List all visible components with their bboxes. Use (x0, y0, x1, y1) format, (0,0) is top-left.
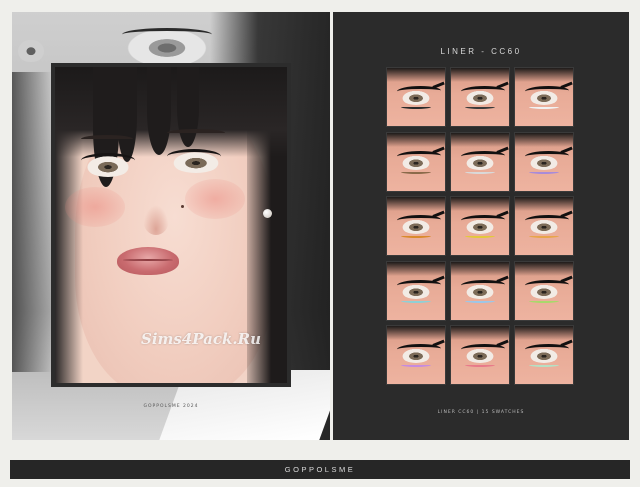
swatch-tile (514, 325, 574, 385)
swatch-tile (450, 325, 510, 385)
swatch-hair (387, 261, 445, 276)
portrait-brow-left (81, 135, 133, 143)
swatch-lower-liner (529, 363, 559, 367)
background-eye-left (16, 38, 46, 62)
product-title: LINER - CC60 (440, 47, 522, 56)
swatch-hair (515, 261, 573, 276)
preview-caption: GOPPOLSME 2024 (143, 404, 199, 409)
swatch-lower-liner (529, 234, 559, 238)
portrait-brow-right (167, 129, 225, 137)
swatch-hair (451, 261, 509, 276)
background-hair-left (12, 72, 52, 372)
swatch-tile (514, 196, 574, 256)
swatch-hair (451, 132, 509, 147)
swatch-hair (515, 197, 573, 211)
portrait-hair-top (55, 67, 287, 157)
swatch-tile (450, 260, 510, 321)
swatch-tile (386, 131, 446, 192)
swatch-lower-liner (401, 170, 431, 174)
portrait-bang-3 (147, 67, 171, 155)
swatch-panel: LINER - CC60 LINER CC60 | 15 SWATCHES (333, 12, 629, 440)
swatch-tile (386, 260, 446, 321)
swatch-liner-wing (432, 275, 445, 283)
swatch-liner-wing (432, 146, 445, 154)
watermark: Sims4Pack.Ru (141, 330, 261, 348)
portrait-eye-right (167, 149, 221, 173)
swatch-hair (451, 197, 509, 211)
swatch-liner-wing (560, 146, 573, 154)
swatch-liner-wing (496, 275, 509, 283)
swatch-hair (387, 132, 445, 147)
swatch-caption: LINER CC60 | 15 SWATCHES (437, 410, 525, 415)
portrait-bang-2 (117, 67, 137, 162)
swatch-lower-liner (465, 170, 495, 174)
swatch-lower-liner (529, 299, 559, 303)
swatch-hair (515, 68, 573, 82)
swatch-hair (515, 132, 573, 147)
swatch-tile (514, 131, 574, 192)
portrait-eye-left (81, 153, 135, 177)
swatch-hair (515, 326, 573, 340)
swatch-lower-liner (465, 105, 495, 109)
swatch-tile (450, 196, 510, 256)
swatch-hair (451, 326, 509, 340)
swatch-lower-liner (465, 363, 495, 367)
portrait-image: Sims4Pack.Ru (51, 63, 291, 387)
swatch-tile (450, 131, 510, 192)
swatch-lower-liner (465, 234, 495, 238)
pearl-earring-icon (263, 209, 272, 218)
swatch-hair (387, 326, 445, 340)
swatch-hair (451, 68, 509, 82)
swatch-hair (387, 68, 445, 82)
swatch-lower-liner (401, 299, 431, 303)
swatch-lower-liner (401, 105, 431, 109)
background-eye (122, 26, 212, 66)
brand-name: GOPPOLSME (284, 465, 356, 474)
swatch-lower-liner (401, 234, 431, 238)
swatch-lower-liner (529, 170, 559, 174)
swatch-grid (386, 67, 576, 385)
swatch-tile (386, 325, 446, 385)
swatch-liner-wing (496, 146, 509, 154)
portrait-mole (181, 205, 184, 208)
swatch-liner-wing (560, 275, 573, 283)
portrait-blush-right (185, 179, 245, 219)
swatch-tile (514, 67, 574, 127)
swatch-lower-liner (529, 105, 559, 109)
swatch-tile (386, 67, 446, 127)
swatch-tile (386, 196, 446, 256)
swatch-hair (387, 197, 445, 211)
portrait-blush-left (65, 187, 125, 227)
swatch-lower-liner (401, 363, 431, 367)
swatch-lower-liner (465, 299, 495, 303)
portrait-lips (117, 247, 179, 275)
portrait-nose (143, 205, 169, 235)
swatch-tile (514, 260, 574, 321)
swatch-tile (450, 67, 510, 127)
footer-bar: GOPPOLSME (10, 460, 630, 479)
